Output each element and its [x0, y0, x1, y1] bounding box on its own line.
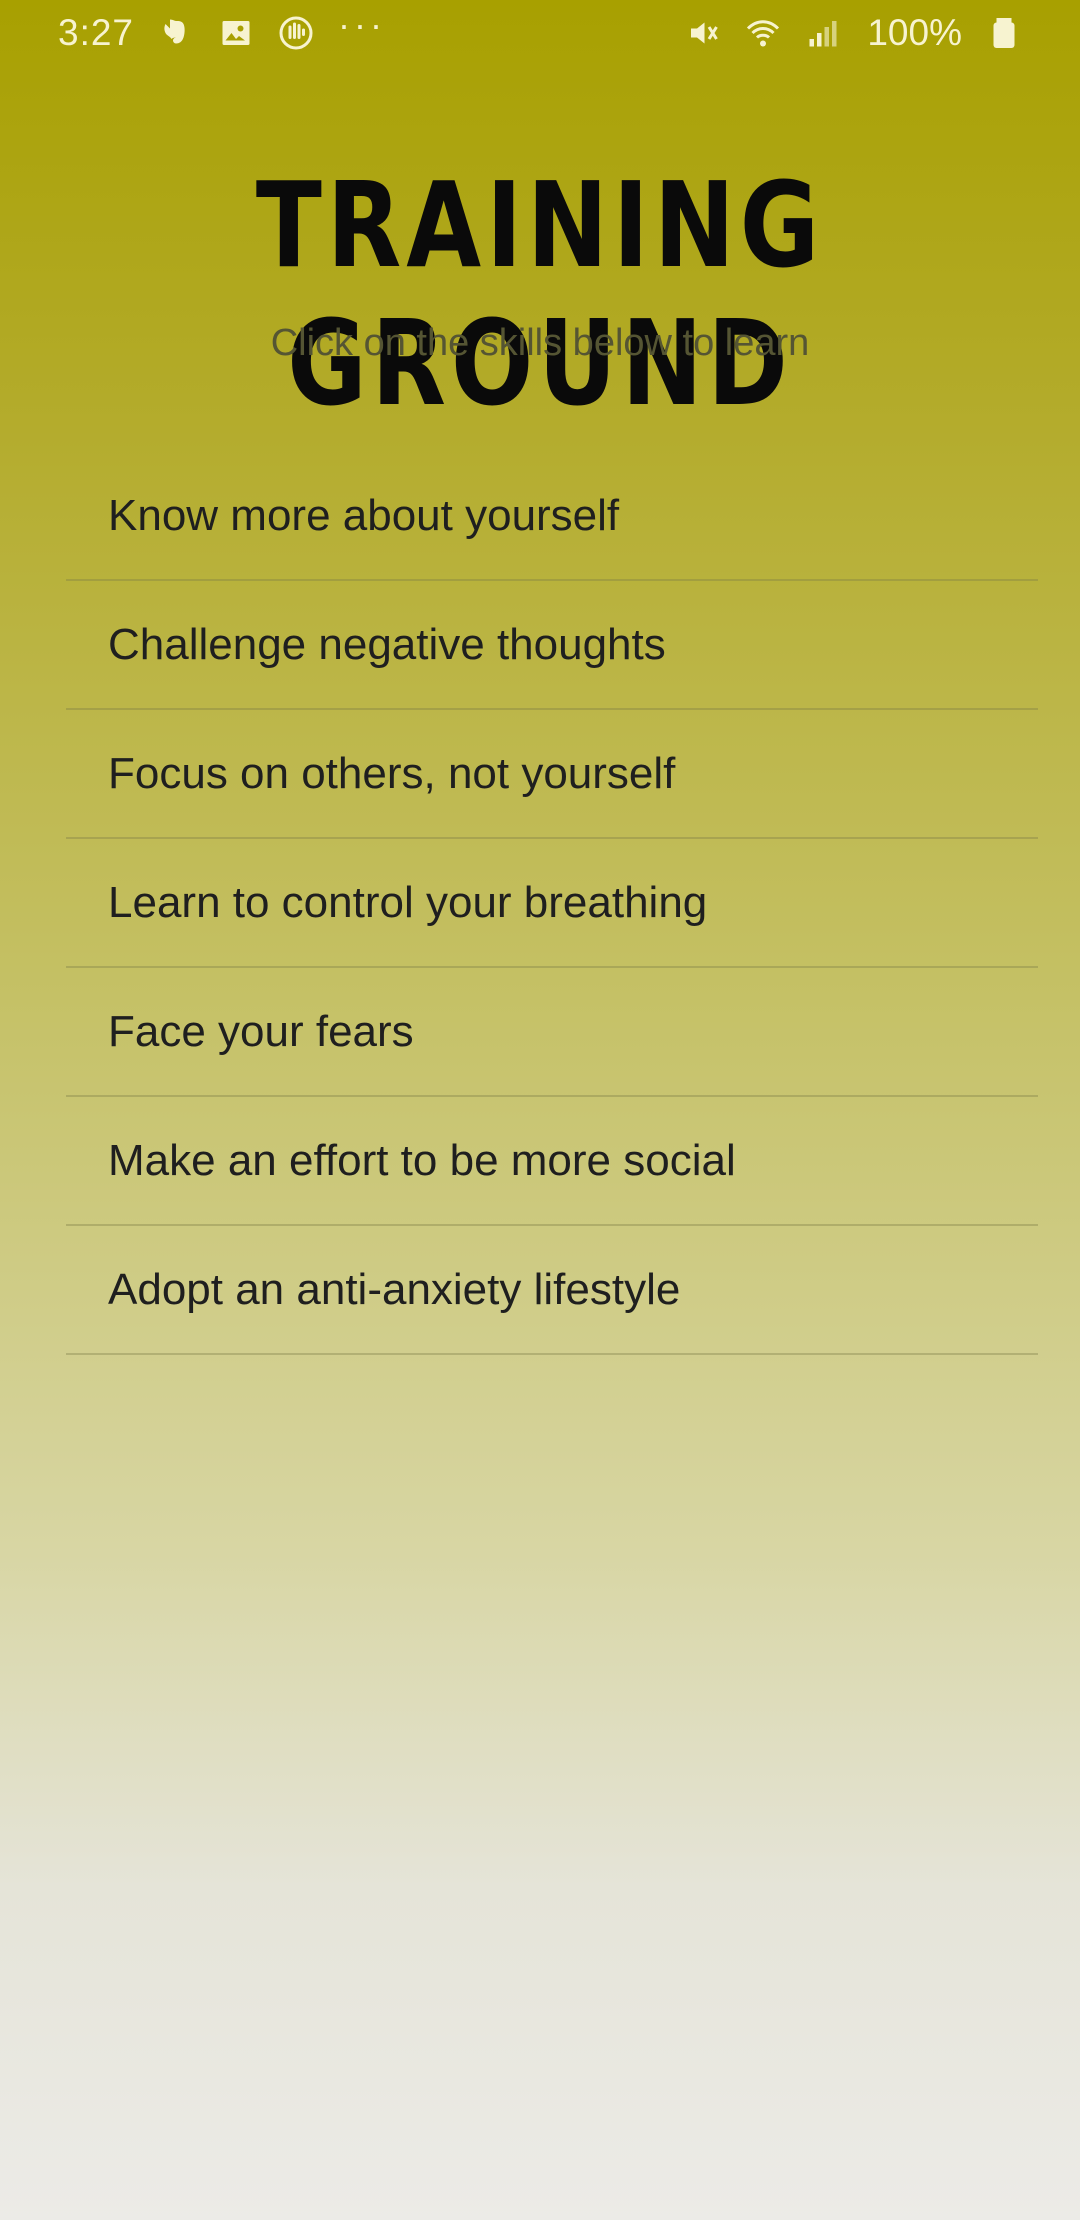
status-right: 100% [685, 12, 1022, 54]
page-title: TRAINING GROUND [255, 156, 825, 432]
skill-item-anti-anxiety-lifestyle[interactable]: Adopt an anti-anxiety lifestyle [66, 1226, 1038, 1355]
image-icon [218, 15, 254, 51]
hand-icon [278, 15, 314, 51]
skill-item-know-yourself[interactable]: Know more about yourself [66, 452, 1038, 581]
status-time: 3:27 [58, 12, 135, 53]
status-bar: 3:27 ··· 100% [0, 0, 1080, 66]
skill-item-be-social[interactable]: Make an effort to be more social [66, 1097, 1038, 1226]
signal-icon [805, 15, 841, 51]
status-left: 3:27 ··· [58, 4, 386, 54]
vibrate-mute-icon [685, 15, 721, 51]
skill-item-focus-others[interactable]: Focus on others, not yourself [66, 710, 1038, 839]
skill-item-control-breathing[interactable]: Learn to control your breathing [66, 839, 1038, 968]
skills-list: Know more about yourself Challenge negat… [66, 452, 1038, 1355]
skill-item-face-fears[interactable]: Face your fears [66, 968, 1038, 1097]
evernote-icon [158, 15, 194, 51]
more-dots-icon: ··· [338, 4, 386, 45]
skill-item-challenge-thoughts[interactable]: Challenge negative thoughts [66, 581, 1038, 710]
wifi-icon [745, 15, 781, 51]
page-subtitle: Click on the skills below to learn [270, 322, 810, 364]
battery-icon [986, 15, 1022, 51]
battery-percent: 100% [867, 12, 962, 53]
